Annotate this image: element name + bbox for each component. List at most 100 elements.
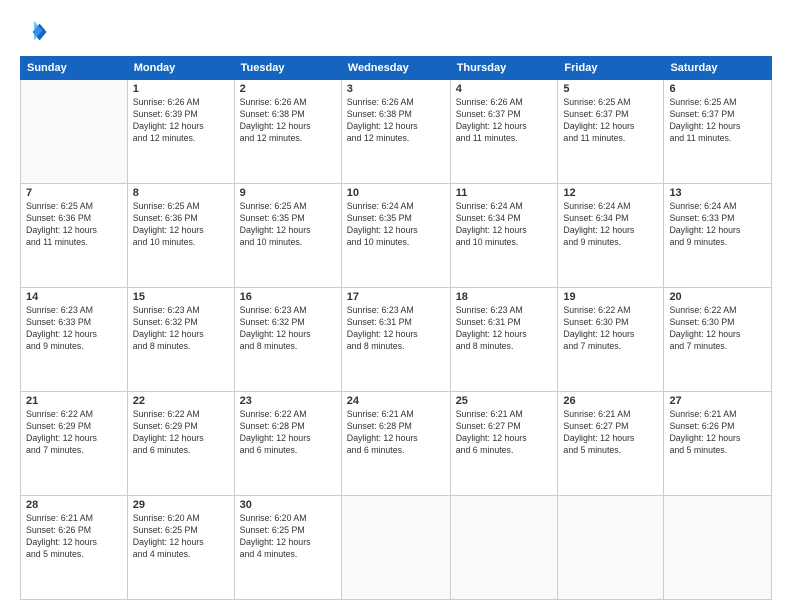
day-info: Sunrise: 6:22 AMSunset: 6:29 PMDaylight:… bbox=[26, 409, 122, 457]
day-cell: 15Sunrise: 6:23 AMSunset: 6:32 PMDayligh… bbox=[127, 288, 234, 392]
day-cell bbox=[341, 496, 450, 600]
day-number: 29 bbox=[133, 499, 229, 511]
day-info: Sunrise: 6:26 AMSunset: 6:37 PMDaylight:… bbox=[456, 97, 553, 145]
day-info: Sunrise: 6:21 AMSunset: 6:27 PMDaylight:… bbox=[563, 409, 658, 457]
day-cell bbox=[450, 496, 558, 600]
day-cell: 20 Sunrise: 6:22 AMSunset: 6:30 PMDayligh… bbox=[664, 288, 772, 392]
day-info: Sunrise: 6:24 AMSunset: 6:33 PMDaylight:… bbox=[669, 201, 766, 249]
day-info: Sunrise: 6:25 AMSunset: 6:36 PMDaylight:… bbox=[133, 201, 229, 249]
day-info: Sunrise: 6:22 AMSunset: 6:28 PMDaylight:… bbox=[240, 409, 336, 457]
day-cell: 19 Sunrise: 6:22 AMSunset: 6:30 PMDayligh… bbox=[558, 288, 664, 392]
day-number: 15 bbox=[133, 291, 229, 303]
day-number: 6 bbox=[669, 83, 766, 95]
day-number: 13 bbox=[669, 187, 766, 199]
day-cell: 29 Sunrise: 6:20 AMSunset: 6:25 PMDayligh… bbox=[127, 496, 234, 600]
day-number: 23 bbox=[240, 395, 336, 407]
day-info: Sunrise: 6:21 AMSunset: 6:26 PMDaylight:… bbox=[669, 409, 766, 457]
day-cell bbox=[558, 496, 664, 600]
day-header-tuesday: Tuesday bbox=[234, 57, 341, 80]
day-number: 19 bbox=[563, 291, 658, 303]
week-row-4: 21 Sunrise: 6:22 AMSunset: 6:29 PMDayligh… bbox=[21, 392, 772, 496]
day-cell: 23 Sunrise: 6:22 AMSunset: 6:28 PMDayligh… bbox=[234, 392, 341, 496]
day-cell: 30 Sunrise: 6:20 AMSunset: 6:25 PMDayligh… bbox=[234, 496, 341, 600]
day-cell: 4 Sunrise: 6:26 AMSunset: 6:37 PMDaylight… bbox=[450, 80, 558, 184]
day-info: Sunrise: 6:20 AMSunset: 6:25 PMDaylight:… bbox=[133, 513, 229, 561]
day-cell bbox=[664, 496, 772, 600]
day-cell bbox=[21, 80, 128, 184]
week-row-5: 28 Sunrise: 6:21 AMSunset: 6:26 PMDayligh… bbox=[21, 496, 772, 600]
day-cell: 28 Sunrise: 6:21 AMSunset: 6:26 PMDayligh… bbox=[21, 496, 128, 600]
day-cell: 22 Sunrise: 6:22 AMSunset: 6:29 PMDayligh… bbox=[127, 392, 234, 496]
day-number: 27 bbox=[669, 395, 766, 407]
day-info: Sunrise: 6:26 AMSunset: 6:38 PMDaylight:… bbox=[347, 97, 445, 145]
day-cell: 17 Sunrise: 6:23 AMSunset: 6:31 PMDayligh… bbox=[341, 288, 450, 392]
day-cell: 3 Sunrise: 6:26 AMSunset: 6:38 PMDaylight… bbox=[341, 80, 450, 184]
day-info: Sunrise: 6:25 AMSunset: 6:37 PMDaylight:… bbox=[669, 97, 766, 145]
day-info: Sunrise: 6:23 AMSunset: 6:33 PMDaylight:… bbox=[26, 305, 122, 353]
day-cell: 24Sunrise: 6:21 AMSunset: 6:28 PMDayligh… bbox=[341, 392, 450, 496]
day-number: 17 bbox=[347, 291, 445, 303]
day-number: 25 bbox=[456, 395, 553, 407]
day-cell: 11 Sunrise: 6:24 AMSunset: 6:34 PMDayligh… bbox=[450, 184, 558, 288]
day-header-sunday: Sunday bbox=[21, 57, 128, 80]
day-number: 28 bbox=[26, 499, 122, 511]
day-cell: 27 Sunrise: 6:21 AMSunset: 6:26 PMDayligh… bbox=[664, 392, 772, 496]
day-info: Sunrise: 6:23 AMSunset: 6:31 PMDaylight:… bbox=[456, 305, 553, 353]
day-header-monday: Monday bbox=[127, 57, 234, 80]
day-number: 2 bbox=[240, 83, 336, 95]
day-info: Sunrise: 6:23 AMSunset: 6:31 PMDaylight:… bbox=[347, 305, 445, 353]
day-number: 16 bbox=[240, 291, 336, 303]
day-cell: 21 Sunrise: 6:22 AMSunset: 6:29 PMDayligh… bbox=[21, 392, 128, 496]
day-info: Sunrise: 6:22 AMSunset: 6:29 PMDaylight:… bbox=[133, 409, 229, 457]
logo bbox=[20, 18, 52, 46]
day-number: 22 bbox=[133, 395, 229, 407]
day-header-thursday: Thursday bbox=[450, 57, 558, 80]
day-info: Sunrise: 6:25 AMSunset: 6:35 PMDaylight:… bbox=[240, 201, 336, 249]
day-number: 9 bbox=[240, 187, 336, 199]
day-number: 3 bbox=[347, 83, 445, 95]
calendar-header-row: SundayMondayTuesdayWednesdayThursdayFrid… bbox=[21, 57, 772, 80]
day-cell: 2 Sunrise: 6:26 AMSunset: 6:38 PMDaylight… bbox=[234, 80, 341, 184]
day-number: 8 bbox=[133, 187, 229, 199]
day-number: 21 bbox=[26, 395, 122, 407]
day-cell: 25 Sunrise: 6:21 AMSunset: 6:27 PMDayligh… bbox=[450, 392, 558, 496]
day-info: Sunrise: 6:23 AMSunset: 6:32 PMDaylight:… bbox=[240, 305, 336, 353]
day-number: 10 bbox=[347, 187, 445, 199]
day-cell: 14 Sunrise: 6:23 AMSunset: 6:33 PMDayligh… bbox=[21, 288, 128, 392]
week-row-1: 1 Sunrise: 6:26 AMSunset: 6:39 PMDaylight… bbox=[21, 80, 772, 184]
day-cell: 12Sunrise: 6:24 AMSunset: 6:34 PMDayligh… bbox=[558, 184, 664, 288]
day-number: 30 bbox=[240, 499, 336, 511]
day-cell: 8 Sunrise: 6:25 AMSunset: 6:36 PMDaylight… bbox=[127, 184, 234, 288]
day-number: 14 bbox=[26, 291, 122, 303]
day-cell: 26 Sunrise: 6:21 AMSunset: 6:27 PMDayligh… bbox=[558, 392, 664, 496]
day-cell: 9 Sunrise: 6:25 AMSunset: 6:35 PMDaylight… bbox=[234, 184, 341, 288]
day-number: 26 bbox=[563, 395, 658, 407]
day-number: 11 bbox=[456, 187, 553, 199]
day-cell: 6 Sunrise: 6:25 AMSunset: 6:37 PMDaylight… bbox=[664, 80, 772, 184]
day-info: Sunrise: 6:22 AMSunset: 6:30 PMDaylight:… bbox=[669, 305, 766, 353]
day-number: 4 bbox=[456, 83, 553, 95]
day-header-saturday: Saturday bbox=[664, 57, 772, 80]
calendar-table: SundayMondayTuesdayWednesdayThursdayFrid… bbox=[20, 56, 772, 600]
week-row-3: 14 Sunrise: 6:23 AMSunset: 6:33 PMDayligh… bbox=[21, 288, 772, 392]
day-header-wednesday: Wednesday bbox=[341, 57, 450, 80]
day-cell: 18 Sunrise: 6:23 AMSunset: 6:31 PMDayligh… bbox=[450, 288, 558, 392]
day-info: Sunrise: 6:21 AMSunset: 6:27 PMDaylight:… bbox=[456, 409, 553, 457]
day-number: 7 bbox=[26, 187, 122, 199]
day-info: Sunrise: 6:24 AMSunset: 6:34 PMDaylight:… bbox=[456, 201, 553, 249]
day-info: Sunrise: 6:26 AMSunset: 6:38 PMDaylight:… bbox=[240, 97, 336, 145]
day-info: Sunrise: 6:26 AMSunset: 6:39 PMDaylight:… bbox=[133, 97, 229, 145]
day-cell: 13 Sunrise: 6:24 AMSunset: 6:33 PMDayligh… bbox=[664, 184, 772, 288]
day-cell: 1 Sunrise: 6:26 AMSunset: 6:39 PMDaylight… bbox=[127, 80, 234, 184]
day-number: 18 bbox=[456, 291, 553, 303]
day-number: 24 bbox=[347, 395, 445, 407]
day-info: Sunrise: 6:22 AMSunset: 6:30 PMDaylight:… bbox=[563, 305, 658, 353]
day-cell: 7Sunrise: 6:25 AMSunset: 6:36 PMDaylight… bbox=[21, 184, 128, 288]
day-number: 20 bbox=[669, 291, 766, 303]
day-cell: 5Sunrise: 6:25 AMSunset: 6:37 PMDaylight… bbox=[558, 80, 664, 184]
day-info: Sunrise: 6:21 AMSunset: 6:26 PMDaylight:… bbox=[26, 513, 122, 561]
header bbox=[20, 18, 772, 46]
day-info: Sunrise: 6:20 AMSunset: 6:25 PMDaylight:… bbox=[240, 513, 336, 561]
day-number: 1 bbox=[133, 83, 229, 95]
day-info: Sunrise: 6:24 AMSunset: 6:34 PMDaylight:… bbox=[563, 201, 658, 249]
